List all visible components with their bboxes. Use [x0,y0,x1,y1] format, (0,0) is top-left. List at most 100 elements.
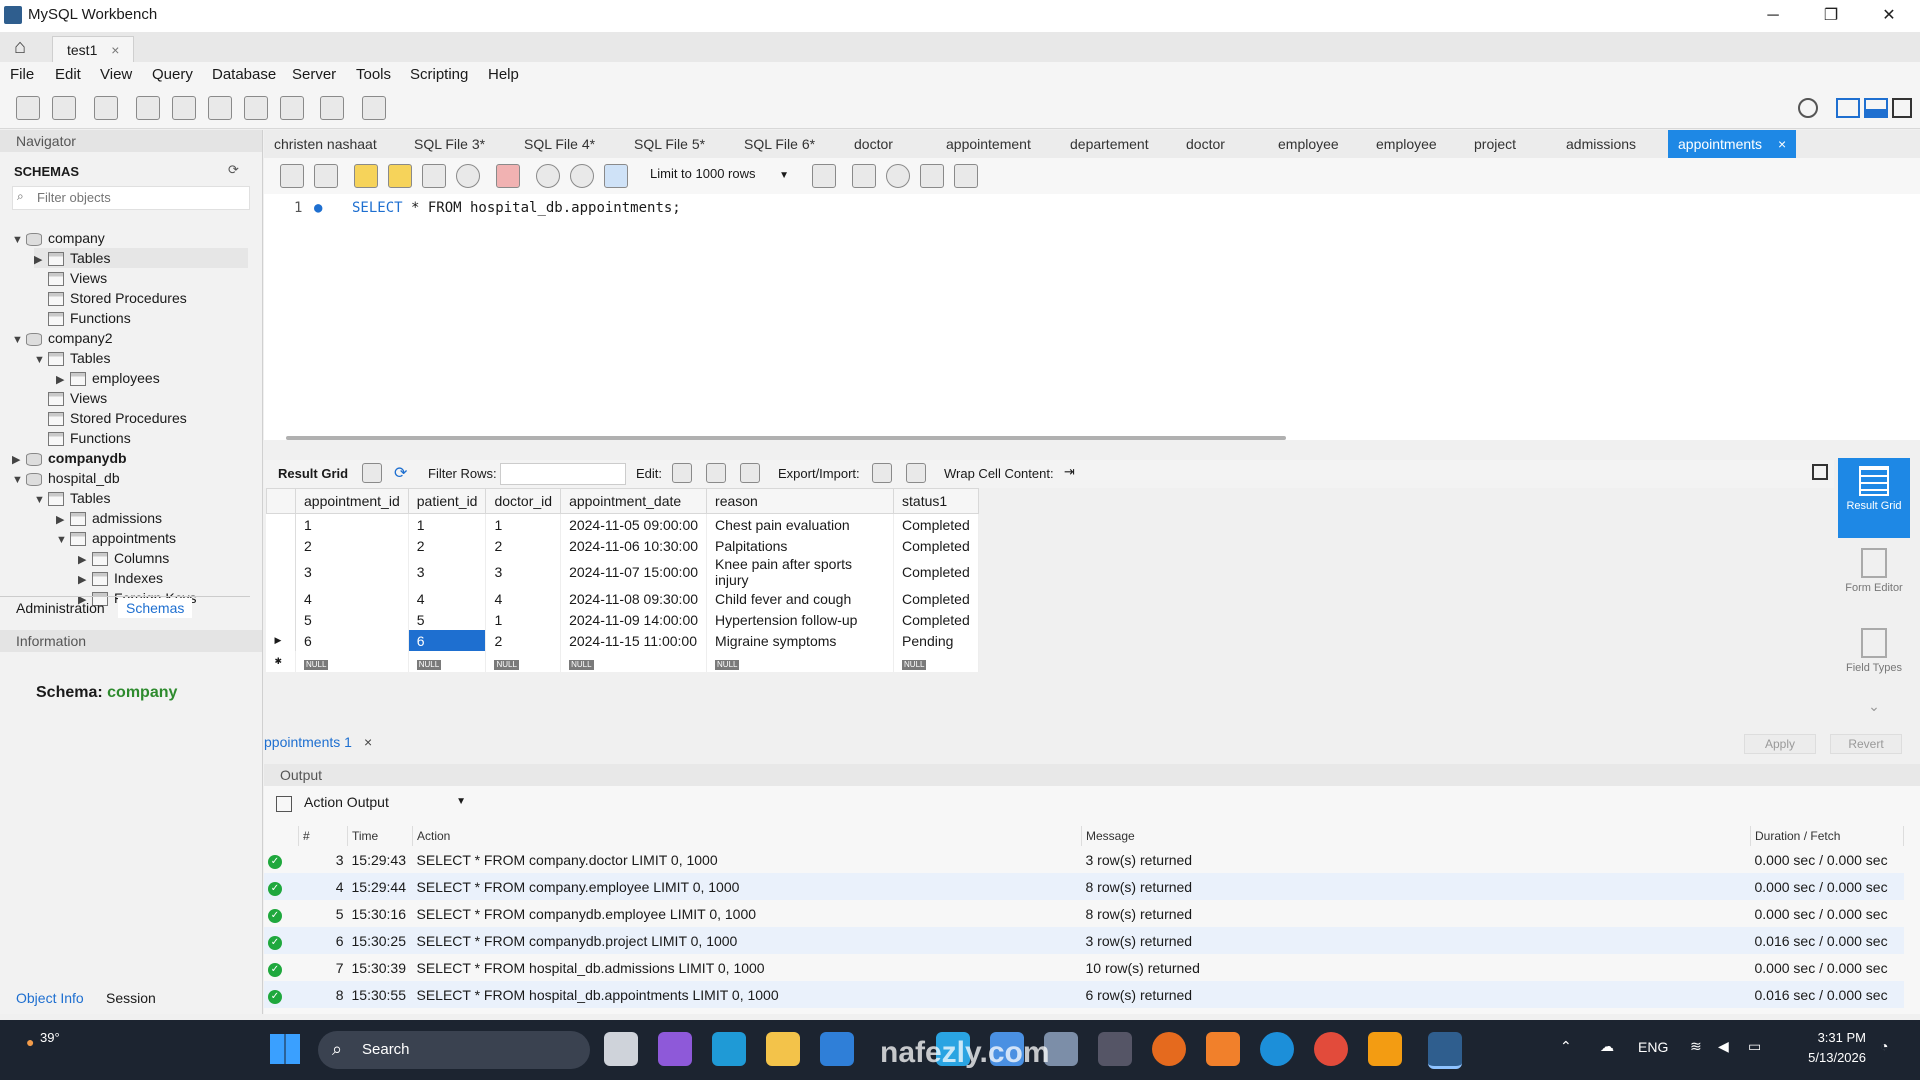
find-icon[interactable] [886,164,910,188]
insert-row-icon[interactable] [706,463,726,483]
refresh-icon[interactable]: ⟳ [394,463,407,483]
create-procedure-icon[interactable] [244,96,268,120]
tree-item[interactable]: Views [34,388,107,408]
close-tab-icon[interactable]: × [111,42,119,58]
create-view-icon[interactable] [208,96,232,120]
expanded-arrow-icon[interactable]: ▼ [34,490,48,510]
refresh-schemas-icon[interactable]: ⟳ [228,162,239,178]
autocommit-icon[interactable] [604,164,628,188]
column-header[interactable]: patient_id [407,488,487,514]
weather-icon[interactable]: ● [26,1034,34,1050]
reconnect-icon[interactable] [362,96,386,120]
table-cell[interactable]: Completed [893,556,979,588]
form-editor-button[interactable]: Form Editor [1838,538,1910,618]
column-header[interactable]: appointment_id [295,488,409,514]
editor-scrollbar[interactable] [286,436,1286,440]
battery-icon[interactable]: ▭ [1748,1038,1761,1055]
new-row[interactable]: ✱ NULL NULL NULL NULL NULL NULL [266,651,979,672]
chrome-icon[interactable] [1314,1032,1348,1066]
collapsed-arrow-icon[interactable]: ▶ [78,550,92,570]
column-header[interactable]: reason [706,488,895,514]
menu-help[interactable]: Help [488,66,519,83]
table-cell[interactable]: 4 [408,588,487,609]
visual-studio-icon[interactable] [658,1032,692,1066]
tree-item[interactable]: ▶ Indexes [78,568,163,588]
execute-current-icon[interactable] [388,164,412,188]
tab-appointments[interactable]: appointments × [1668,130,1797,158]
volume-icon[interactable]: ◀ [1718,1038,1729,1055]
menu-query[interactable]: Query [152,66,193,83]
edit-row-icon[interactable] [672,463,692,483]
task-view-icon[interactable] [604,1032,638,1066]
table-cell[interactable]: 4 [485,588,562,609]
explain-icon[interactable] [422,164,446,188]
table-cell[interactable]: 2024-11-06 10:30:00 [560,535,708,556]
null-cell[interactable]: NULL [706,651,895,672]
grid-icon[interactable] [362,463,382,483]
store-icon[interactable] [820,1032,854,1066]
result-grid-view-button[interactable]: Result Grid [1838,458,1910,538]
notification-icon[interactable]: ◔ [1880,1038,1888,1054]
table-cell[interactable]: 2 [295,535,409,556]
column-header[interactable]: appointment_date [560,488,708,514]
apply-button[interactable]: Apply [1744,734,1816,754]
tab-doctor[interactable]: doctor [854,130,893,158]
wrap-icon[interactable]: ⇥ [1064,464,1075,480]
export-icon[interactable] [872,463,892,483]
invisible-chars-icon[interactable] [920,164,944,188]
expanded-arrow-icon[interactable]: ▼ [34,350,48,370]
expanded-arrow-icon[interactable]: ▼ [56,530,70,550]
collapsed-arrow-icon[interactable]: ▶ [78,570,92,590]
tab-project[interactable]: project [1474,130,1516,158]
tree-item[interactable]: Stored Procedures [34,408,187,428]
settings-icon[interactable] [1798,98,1818,118]
output-row[interactable]: ✓ 6 15:30:25 SELECT * FROM companydb.projec… [264,927,1904,954]
null-cell[interactable]: NULL [893,651,979,672]
menu-view[interactable]: View [100,66,132,83]
close-tab-icon[interactable]: × [1778,136,1786,152]
menu-tools[interactable]: Tools [356,66,391,83]
null-cell[interactable]: NULL [560,651,708,672]
panel-toggle-icon[interactable] [1812,464,1828,480]
menu-file[interactable]: File [10,66,34,83]
file-explorer-icon[interactable] [766,1032,800,1066]
tab-session[interactable]: Session [106,990,156,1006]
add-snippet-icon[interactable] [812,164,836,188]
table-cell[interactable]: 2024-11-05 09:00:00 [560,513,708,535]
tab-doctor-2[interactable]: doctor [1186,130,1225,158]
create-function-icon[interactable] [280,96,304,120]
table-cell[interactable]: 3 [408,556,487,588]
app-icon[interactable] [1098,1032,1132,1066]
menu-database[interactable]: Database [212,66,276,83]
output-row[interactable]: ✓ 3 15:29:43 SELECT * FROM company.doctor L… [264,846,1904,873]
tab-schemas[interactable]: Schemas [118,598,193,618]
minimize-button[interactable]: ─ [1744,0,1802,32]
close-result-tab-icon[interactable]: × [364,734,372,750]
tab-sql-file-4[interactable]: SQL File 4* [524,130,595,158]
tree-item[interactable]: ▶ companydb [12,448,127,468]
wrap-lines-icon[interactable] [954,164,978,188]
weather-temp[interactable]: 39° [40,1030,60,1045]
filter-objects-input[interactable] [35,189,245,206]
table-cell[interactable]: 1 [295,513,409,535]
tree-item[interactable]: ▼ Tables [34,348,110,368]
tab-appointement[interactable]: appointement [946,130,1031,158]
table-cell[interactable]: 2024-11-09 14:00:00 [560,609,708,630]
execute-icon[interactable] [354,164,378,188]
output-row[interactable]: ✓ 4 15:29:44 SELECT * FROM company.employee… [264,873,1904,900]
tab-employee-2[interactable]: employee [1376,130,1437,158]
tree-item[interactable]: ▶ Tables [34,248,248,268]
collapsed-arrow-icon[interactable]: ▶ [12,450,26,470]
collapsed-arrow-icon[interactable]: ▶ [56,510,70,530]
table-row[interactable]: 4 4 4 2024-11-08 09:30:00 Child fever and co… [266,588,979,609]
table-cell[interactable]: 3 [485,556,562,588]
table-cell[interactable]: Completed [893,609,979,630]
table-cell[interactable]: Hypertension follow-up [706,609,895,630]
row-selector[interactable] [266,609,296,630]
table-cell[interactable]: 2 [485,630,562,651]
create-table-icon[interactable] [172,96,196,120]
null-cell[interactable]: NULL [295,651,409,672]
delete-row-icon[interactable] [740,463,760,483]
table-cell[interactable]: 1 [485,513,562,535]
table-cell[interactable]: 5 [295,609,409,630]
